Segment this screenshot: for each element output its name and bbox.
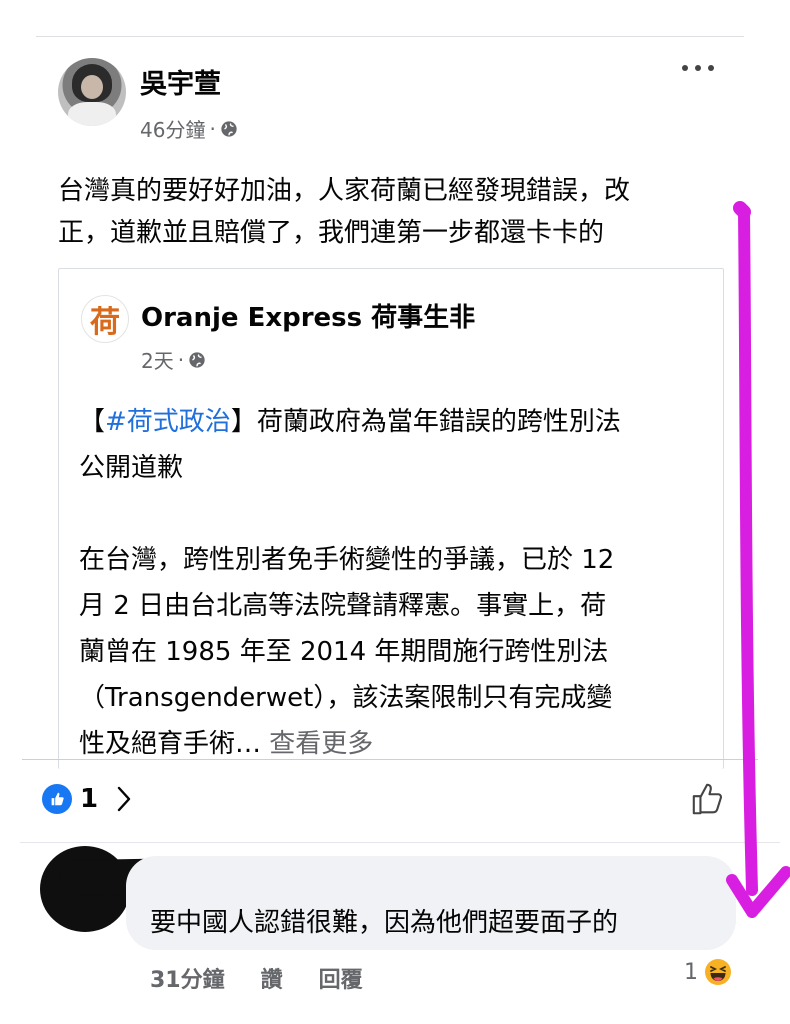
shared-post-card[interactable]: 荷 Oranje Express 荷事生非 2天 · 【#荷式政治】荷蘭政府為當… bbox=[58, 268, 724, 769]
author-avatar[interactable] bbox=[58, 58, 126, 126]
comment-time[interactable]: 31分鐘 bbox=[150, 962, 225, 994]
shared-headline-line: 【#荷式政治】荷蘭政府為當年錯誤的跨性別法 bbox=[79, 399, 709, 445]
see-more-link[interactable]: 查看更多 bbox=[269, 729, 373, 759]
post-meta: 46分鐘 · bbox=[140, 114, 238, 143]
post-time[interactable]: 46分鐘 bbox=[140, 114, 205, 143]
post-text-line: 正，道歉並且賠償了，我們連第一步都還卡卡的 bbox=[58, 218, 605, 248]
shared-page-name[interactable]: Oranje Express 荷事生非 bbox=[141, 297, 475, 334]
shared-body-line: 月 2 日由台北高等法院聲請釋憲。事實上，荷 bbox=[79, 591, 607, 621]
comment-actions: 31分鐘 讚 回覆 bbox=[150, 962, 399, 994]
shared-body-line: （Transgenderwet），該法案限制只有完成變 bbox=[79, 683, 613, 713]
hashtag-link[interactable]: #荷式政治 bbox=[105, 407, 231, 437]
truncated-text: 性及絕育手術… bbox=[79, 729, 262, 759]
globe-icon bbox=[221, 120, 237, 137]
post-text-line: 台灣真的要好好加油，人家荷蘭已經發現錯誤，改 bbox=[58, 176, 631, 206]
bracket-open: 【 bbox=[79, 407, 106, 437]
dot bbox=[708, 65, 714, 71]
chevron-right-icon[interactable] bbox=[116, 785, 132, 813]
dot bbox=[682, 65, 688, 71]
like-count: 1 bbox=[80, 784, 99, 814]
more-options-icon[interactable] bbox=[682, 58, 714, 78]
headline-text: 】荷蘭政府為當年錯誤的跨性別法 bbox=[230, 407, 621, 437]
shared-body-line: 蘭曾在 1985 年至 2014 年期間施行跨性別法 bbox=[79, 637, 609, 667]
shared-post-time[interactable]: 2天 bbox=[141, 345, 174, 374]
comment-reply-button[interactable]: 回覆 bbox=[319, 962, 363, 994]
meta-separator: · bbox=[177, 347, 185, 372]
shared-headline-line: 公開道歉 bbox=[79, 453, 184, 483]
avatar-face bbox=[81, 75, 103, 99]
author-name[interactable]: 吳宇萱 bbox=[140, 62, 221, 101]
top-divider bbox=[36, 36, 744, 37]
haha-emoji-icon bbox=[705, 959, 731, 985]
comment-reaction-count: 1 bbox=[684, 959, 698, 985]
meta-separator: · bbox=[209, 116, 216, 141]
page-logo[interactable]: 荷 bbox=[81, 295, 129, 343]
shared-post-meta: 2天 · bbox=[141, 345, 206, 374]
like-badge-icon bbox=[42, 784, 72, 814]
shared-post-body: 【#荷式政治】荷蘭政府為當年錯誤的跨性別法 公開道歉 在台灣，跨性別者免手術變性… bbox=[79, 399, 709, 767]
post-text: 台灣真的要好好加油，人家荷蘭已經發現錯誤，改 正，道歉並且賠償了，我們連第一步都… bbox=[58, 170, 738, 254]
comments-divider bbox=[20, 842, 780, 843]
reaction-summary[interactable]: 1 bbox=[42, 784, 132, 814]
thumb-glyph-icon bbox=[51, 792, 64, 806]
dot bbox=[695, 65, 701, 71]
torn-divider bbox=[22, 759, 758, 760]
comment-text: 要中國人認錯很難，因為他們超要面子的 bbox=[150, 908, 619, 938]
shared-body-line: 在台灣，跨性別者免手術變性的爭議，已於 12 bbox=[79, 545, 615, 575]
avatar-shirt bbox=[68, 102, 116, 126]
comment-like-button[interactable]: 讚 bbox=[261, 962, 283, 994]
thumbs-up-icon[interactable] bbox=[690, 780, 728, 818]
comment-reaction-summary[interactable]: 1 bbox=[684, 958, 732, 986]
globe-icon bbox=[189, 351, 205, 368]
